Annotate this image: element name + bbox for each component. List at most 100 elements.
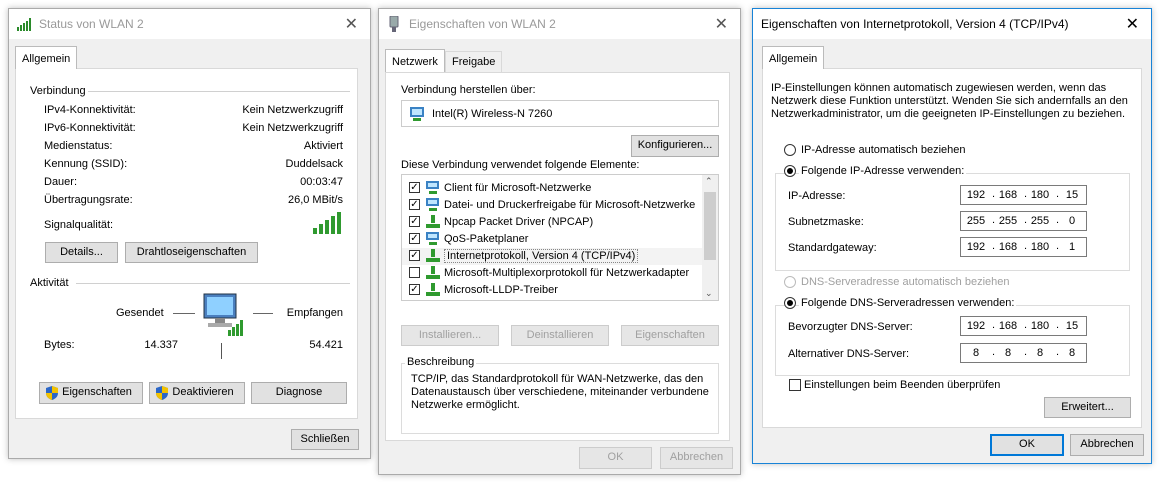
- ip-manual-label[interactable]: Folgende IP-Adresse verwenden:: [799, 165, 967, 177]
- validate-label[interactable]: Einstellungen beim Beenden überprüfen: [804, 379, 1000, 391]
- window-title: Eigenschaften von Internetprotokoll, Ver…: [761, 17, 1069, 31]
- connect-using-label: Verbindung herstellen über:: [401, 84, 536, 96]
- description-text: TCP/IP, das Standardprotokoll für WAN-Ne…: [411, 373, 709, 411]
- network-service-icon: [426, 232, 439, 245]
- alternate-dns-label: Alternativer DNS-Server:: [788, 348, 910, 360]
- tab-general[interactable]: Allgemein: [762, 46, 825, 69]
- ipv6-connectivity-value: Kein Netzwerkzugriff: [242, 122, 343, 134]
- received-label: Empfangen: [286, 307, 343, 319]
- item-label: Microsoft-Multiplexorprotokoll für Netzw…: [444, 267, 690, 279]
- validate-checkbox[interactable]: [789, 379, 801, 391]
- ssid-label: Kennung (SSID):: [44, 158, 128, 170]
- ipv4-panel: IP-Einstellungen können automatisch zuge…: [762, 68, 1142, 428]
- adapter-field: Intel(R) Wireless-N 7260: [401, 100, 719, 127]
- signal-quality-label: Signalqualität:: [44, 219, 114, 231]
- scroll-up-icon[interactable]: ⌃: [705, 176, 713, 187]
- item-checkbox[interactable]: ✓: [409, 199, 420, 210]
- item-label: Internetprotokoll, Version 4 (TCP/IPv4): [444, 249, 639, 263]
- duration-label: Dauer:: [44, 176, 78, 188]
- item-label: Client für Microsoft-Netzwerke: [444, 182, 592, 194]
- advanced-button[interactable]: Erweitert...: [1044, 397, 1131, 418]
- media-status-label: Medienstatus:: [44, 140, 113, 152]
- close-icon[interactable]: ✕: [1126, 14, 1139, 34]
- scrollbar-thumb[interactable]: [704, 192, 716, 260]
- network-service-icon: [426, 198, 439, 211]
- gateway-field[interactable]: 192. 168. 180. 1: [960, 237, 1087, 257]
- properties-button[interactable]: Eigenschaften: [39, 382, 143, 404]
- preferred-dns-field[interactable]: 192. 168. 180. 15: [960, 316, 1087, 336]
- wireless-properties-button[interactable]: Drahtloseigenschaften: [125, 242, 258, 263]
- cancel-button[interactable]: Abbrechen: [1070, 434, 1144, 456]
- duration-value: 00:03:47: [300, 176, 343, 188]
- network-computer-icon: [203, 293, 243, 336]
- list-item-selected[interactable]: ✓ Internetprotokoll, Version 4 (TCP/IPv4…: [402, 248, 702, 265]
- item-label: QoS-Paketplaner: [444, 233, 529, 245]
- close-button[interactable]: Schließen: [291, 429, 359, 450]
- bytes-label: Bytes:: [44, 339, 75, 351]
- list-item[interactable]: ✓ QoS-Paketplaner: [402, 231, 702, 248]
- list-scrollbar[interactable]: ⌃ ⌄: [702, 175, 718, 300]
- status-window: Status von WLAN 2 ✕ Allgemein Verbindung…: [8, 8, 371, 459]
- list-item[interactable]: ✓ Datei- und Druckerfreigabe für Microso…: [402, 197, 702, 214]
- ip-address-field[interactable]: 192. 168. 180. 15: [960, 185, 1087, 205]
- description-heading: Beschreibung: [405, 356, 477, 368]
- ok-button[interactable]: OK: [579, 447, 652, 469]
- scroll-down-icon[interactable]: ⌄: [705, 288, 713, 299]
- item-label: Npcap Packet Driver (NPCAP): [444, 216, 594, 228]
- window-title: Status von WLAN 2: [39, 17, 144, 31]
- details-button[interactable]: Details...: [45, 242, 118, 263]
- properties-button-label: Eigenschaften: [62, 386, 132, 398]
- install-button[interactable]: Installieren...: [401, 325, 499, 346]
- speed-label: Übertragungsrate:: [44, 194, 133, 206]
- cancel-button[interactable]: Abbrechen: [660, 447, 733, 469]
- ipv4-connectivity-label: IPv4-Konnektivität:: [44, 104, 136, 116]
- status-titlebar[interactable]: Status von WLAN 2 ✕: [9, 9, 370, 39]
- dns-manual-radio[interactable]: [784, 297, 796, 309]
- components-list[interactable]: ✓ Client für Microsoft-Netzwerke ✓ Datei…: [401, 174, 719, 301]
- item-checkbox[interactable]: ✓: [409, 216, 420, 227]
- wlan-properties-titlebar[interactable]: Eigenschaften von WLAN 2 ✕: [379, 9, 740, 39]
- wifi-signal-icon: [17, 18, 31, 31]
- diagnose-button[interactable]: Diagnose: [251, 382, 347, 404]
- ok-button[interactable]: OK: [990, 434, 1064, 456]
- subnet-label: Subnetzmaske:: [788, 216, 864, 228]
- configure-button[interactable]: Konfigurieren...: [631, 135, 719, 157]
- ip-auto-label[interactable]: IP-Adresse automatisch beziehen: [801, 144, 965, 156]
- item-label: Microsoft-LLDP-Treiber: [444, 284, 558, 296]
- network-adapter-icon: [410, 107, 424, 121]
- list-item[interactable]: ✓ Microsoft-LLDP-Treiber: [402, 282, 702, 299]
- close-icon[interactable]: ✕: [345, 14, 358, 34]
- uninstall-button[interactable]: Deinstallieren: [511, 325, 609, 346]
- bytes-sent-value: 14.337: [144, 339, 178, 351]
- ipv4-titlebar[interactable]: Eigenschaften von Internetprotokoll, Ver…: [753, 9, 1151, 39]
- item-checkbox[interactable]: ✓: [409, 182, 420, 193]
- list-item[interactable]: ✓ Client für Microsoft-Netzwerke: [402, 180, 702, 197]
- network-protocol-icon: [426, 215, 440, 228]
- list-item[interactable]: Microsoft-Multiplexorprotokoll für Netzw…: [402, 265, 702, 282]
- dns-manual-label[interactable]: Folgende DNS-Serveradressen verwenden:: [799, 297, 1017, 309]
- item-checkbox[interactable]: ✓: [409, 284, 420, 295]
- list-item[interactable]: ✓ Npcap Packet Driver (NPCAP): [402, 214, 702, 231]
- alternate-dns-field[interactable]: 8. 8. 8. 8: [960, 343, 1087, 363]
- item-checkbox[interactable]: [409, 267, 420, 278]
- network-protocol-icon: [426, 266, 440, 279]
- item-properties-button[interactable]: Eigenschaften: [621, 325, 719, 346]
- tab-network[interactable]: Netzwerk: [385, 49, 445, 72]
- ip-manual-radio[interactable]: [784, 165, 796, 177]
- item-checkbox[interactable]: ✓: [409, 233, 420, 244]
- uac-shield-icon: [46, 386, 58, 400]
- item-checkbox[interactable]: ✓: [409, 250, 420, 261]
- subnet-field[interactable]: 255. 255. 255. 0: [960, 211, 1087, 231]
- dns-auto-radio[interactable]: [784, 276, 796, 288]
- intro-text: IP-Einstellungen können automatisch zuge…: [771, 82, 1128, 120]
- ipv6-connectivity-label: IPv6-Konnektivität:: [44, 122, 136, 134]
- dns-auto-label[interactable]: DNS-Serveradresse automatisch beziehen: [801, 276, 1010, 288]
- disable-button[interactable]: Deaktivieren: [149, 382, 245, 404]
- tab-sharing[interactable]: Freigabe: [445, 51, 503, 72]
- network-protocol-icon: [426, 283, 440, 296]
- signal-strength-icon: [313, 212, 341, 234]
- tab-general[interactable]: Allgemein: [15, 46, 78, 69]
- close-icon[interactable]: ✕: [715, 14, 728, 34]
- ip-auto-radio[interactable]: [784, 144, 796, 156]
- speed-value: 26,0 MBit/s: [287, 194, 343, 206]
